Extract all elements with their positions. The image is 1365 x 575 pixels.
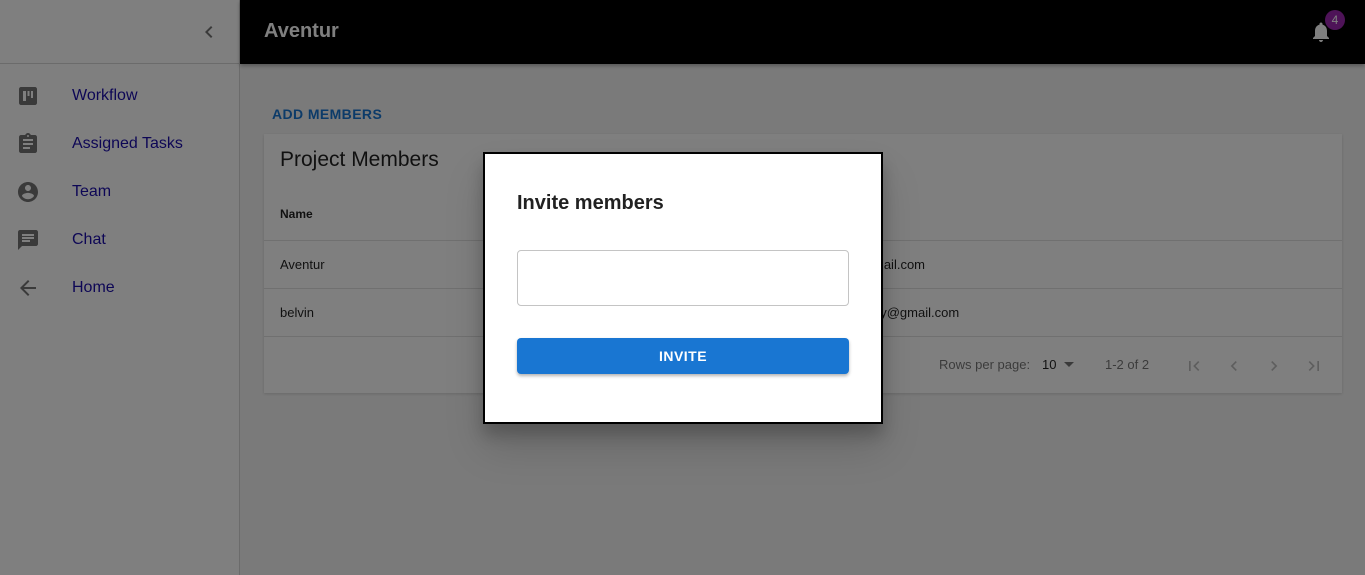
- invite-button[interactable]: INVITE: [517, 338, 849, 374]
- invite-members-dialog: Invite members INVITE: [483, 152, 883, 424]
- dialog-title: Invite members: [517, 192, 664, 214]
- invite-email-input[interactable]: [517, 250, 849, 306]
